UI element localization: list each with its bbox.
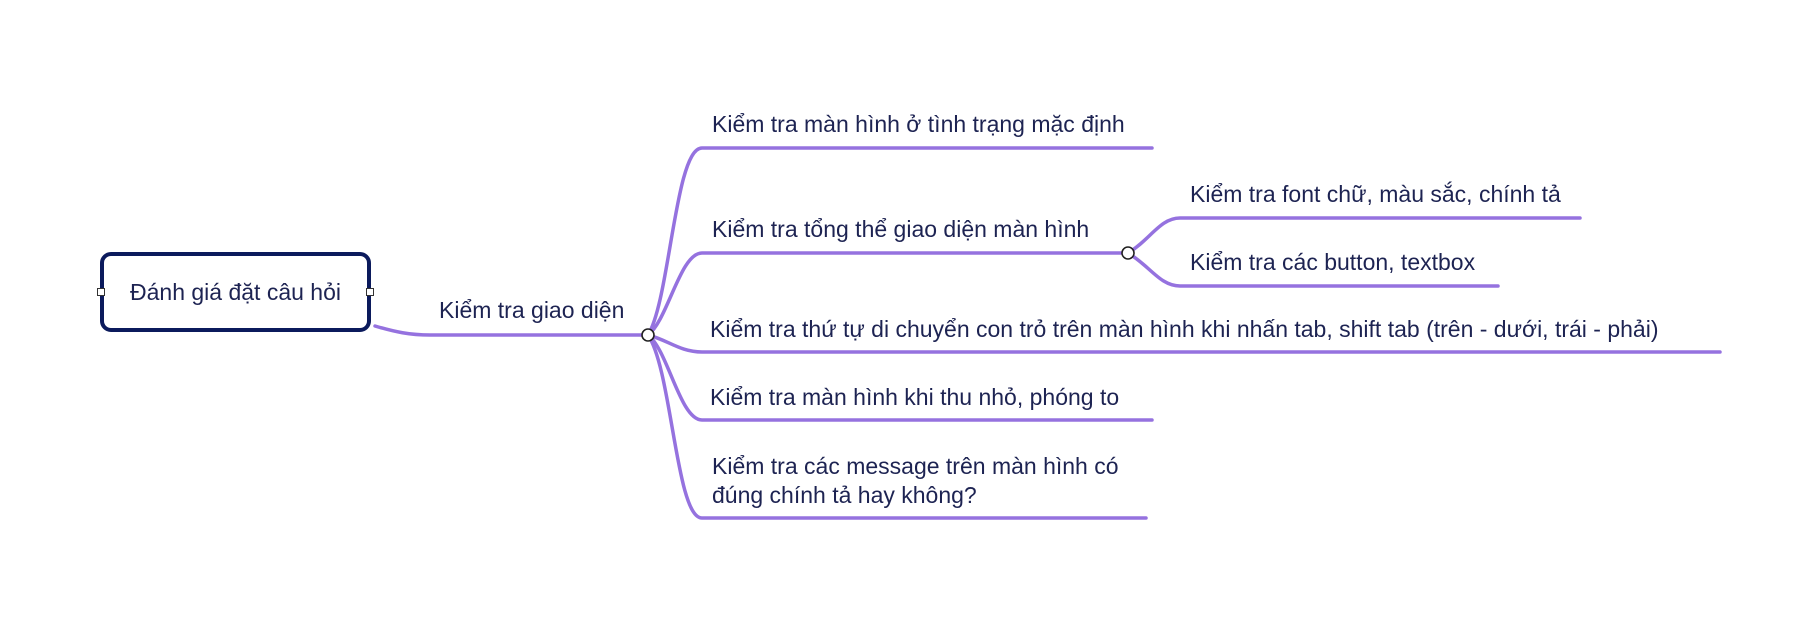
grandchild-1-label[interactable]: Kiểm tra font chữ, màu sắc, chính tả xyxy=(1190,180,1561,209)
branch-label[interactable]: Kiểm tra giao diện xyxy=(439,296,624,325)
root-node[interactable]: Đánh giá đặt câu hỏi xyxy=(100,252,371,332)
child-3-label[interactable]: Kiểm tra thứ tự di chuyển con trỏ trên m… xyxy=(710,315,1659,344)
branch-collapse-toggle[interactable] xyxy=(641,328,655,342)
connector-root-to-branch xyxy=(373,324,650,337)
child-5-label[interactable]: Kiểm tra các message trên màn hình có đú… xyxy=(712,452,1182,510)
root-node-label: Đánh giá đặt câu hỏi xyxy=(130,278,341,305)
child-4-label[interactable]: Kiểm tra màn hình khi thu nhỏ, phóng to xyxy=(710,383,1119,412)
child-5-label-line-2: đúng chính tả hay không? xyxy=(712,482,977,508)
child-2-label[interactable]: Kiểm tra tổng thể giao diện màn hình xyxy=(712,215,1089,244)
root-left-resize-handle[interactable] xyxy=(97,288,105,296)
child-5-label-line-1: Kiểm tra các message trên màn hình có xyxy=(712,453,1119,479)
root-right-resize-handle[interactable] xyxy=(366,288,374,296)
sub-branch-collapse-toggle[interactable] xyxy=(1121,246,1135,260)
grandchild-2-label[interactable]: Kiểm tra các button, textbox xyxy=(1190,248,1475,277)
child-1-label[interactable]: Kiểm tra màn hình ở tình trạng mặc định xyxy=(712,110,1125,139)
